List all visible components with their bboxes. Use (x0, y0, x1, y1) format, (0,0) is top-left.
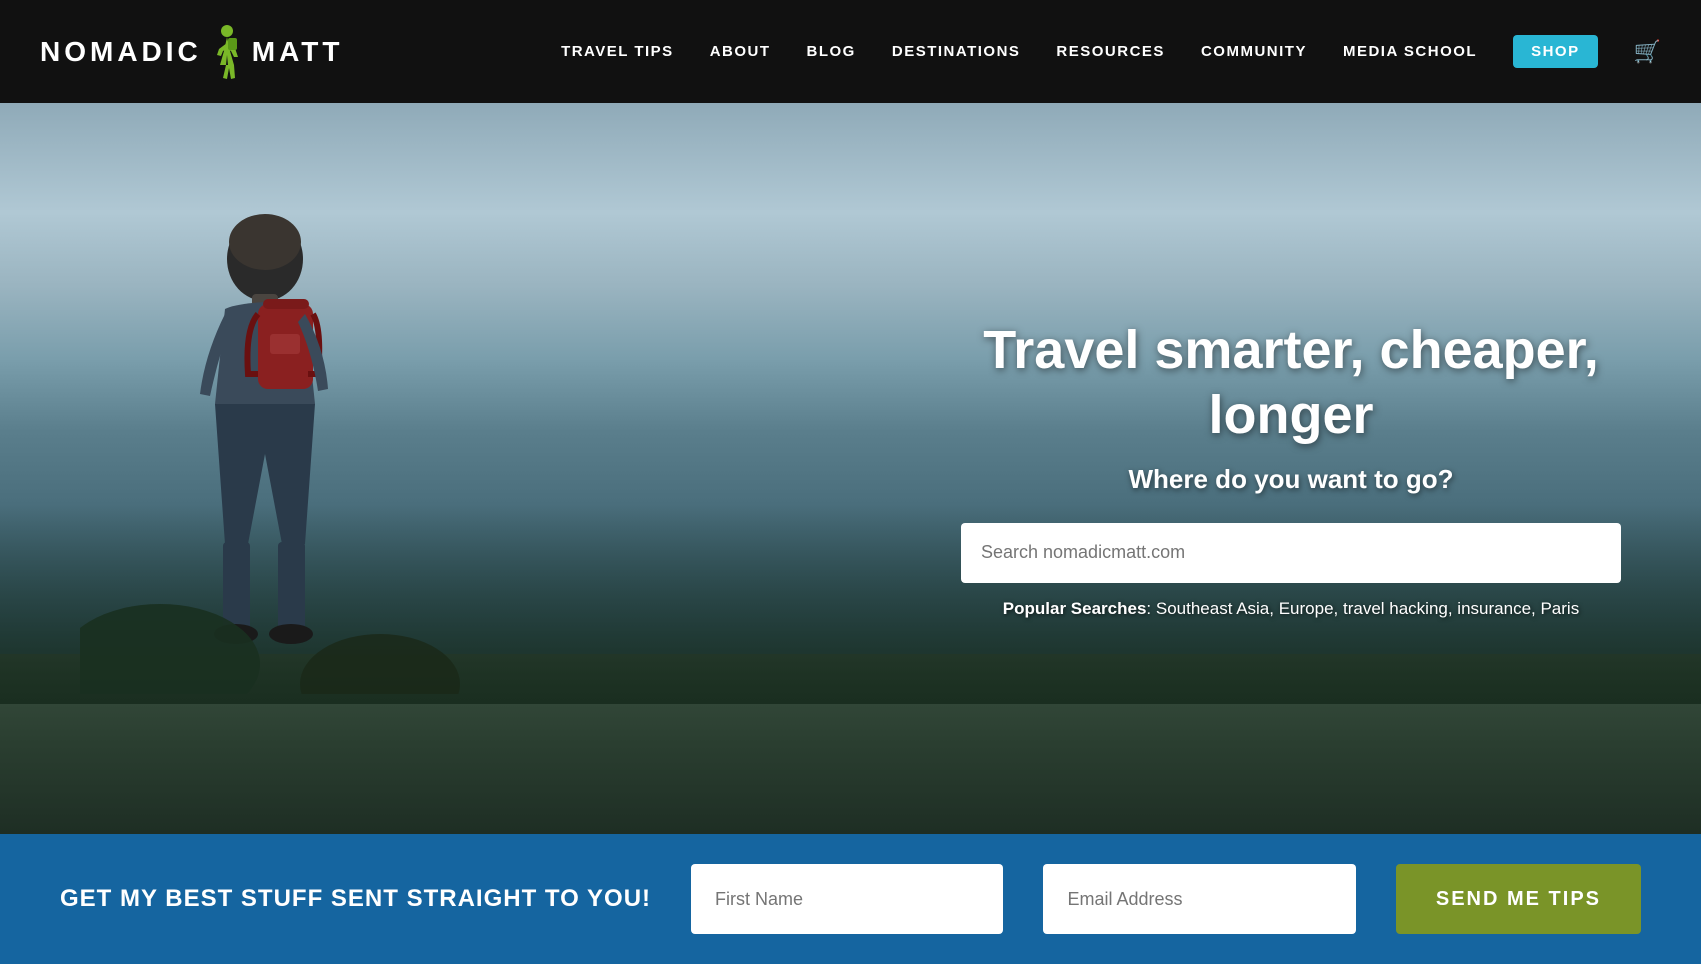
logo-matt: MATT (252, 36, 344, 68)
main-nav: TRAVEL TIPS ABOUT BLOG DESTINATIONS RESO… (561, 35, 1661, 68)
hero-title: Travel smarter, cheaper, longer (961, 318, 1621, 448)
popular-searches-text: : Southeast Asia, Europe, travel hacking… (1146, 599, 1579, 618)
cart-icon[interactable]: 🛒 (1634, 39, 1661, 65)
nav-shop-button[interactable]: SHOP (1513, 35, 1598, 68)
hiker-figure (80, 174, 460, 694)
nav-travel-tips[interactable]: TRAVEL TIPS (561, 43, 674, 60)
hiker-svg (80, 174, 460, 694)
logo-hiker-icon (206, 23, 248, 81)
popular-searches-label: Popular Searches (1003, 599, 1147, 618)
hero-subtitle: Where do you want to go? (961, 464, 1621, 495)
search-input[interactable] (961, 523, 1621, 583)
header: NoMADIC MATT TRAVEL TIPS ABOUT BLOG DEST… (0, 0, 1701, 103)
nav-about[interactable]: ABOUT (710, 43, 771, 60)
nav-community[interactable]: COMMUNITY (1201, 43, 1307, 60)
nav-media-school[interactable]: MEDIA SCHOOL (1343, 43, 1477, 60)
nav-blog[interactable]: BLOG (807, 43, 856, 60)
hero-content: Travel smarter, cheaper, longer Where do… (961, 318, 1621, 619)
email-input[interactable] (1043, 864, 1355, 934)
popular-searches: Popular Searches: Southeast Asia, Europe… (961, 599, 1621, 619)
first-name-input[interactable] (691, 864, 1003, 934)
signup-cta-text: GET MY BEST STUFF SENT STRAIGHT TO YOU! (60, 883, 651, 914)
hero-section: Travel smarter, cheaper, longer Where do… (0, 103, 1701, 834)
nav-destinations[interactable]: DESTINATIONS (892, 43, 1021, 60)
logo-nomadic: NoMADIC (40, 36, 202, 68)
email-signup-bar: GET MY BEST STUFF SENT STRAIGHT TO YOU! … (0, 834, 1701, 964)
nav-resources[interactable]: RESOURCES (1056, 43, 1165, 60)
send-tips-button[interactable]: SEND ME TIPS (1396, 864, 1641, 934)
logo[interactable]: NoMADIC MATT (40, 23, 343, 81)
